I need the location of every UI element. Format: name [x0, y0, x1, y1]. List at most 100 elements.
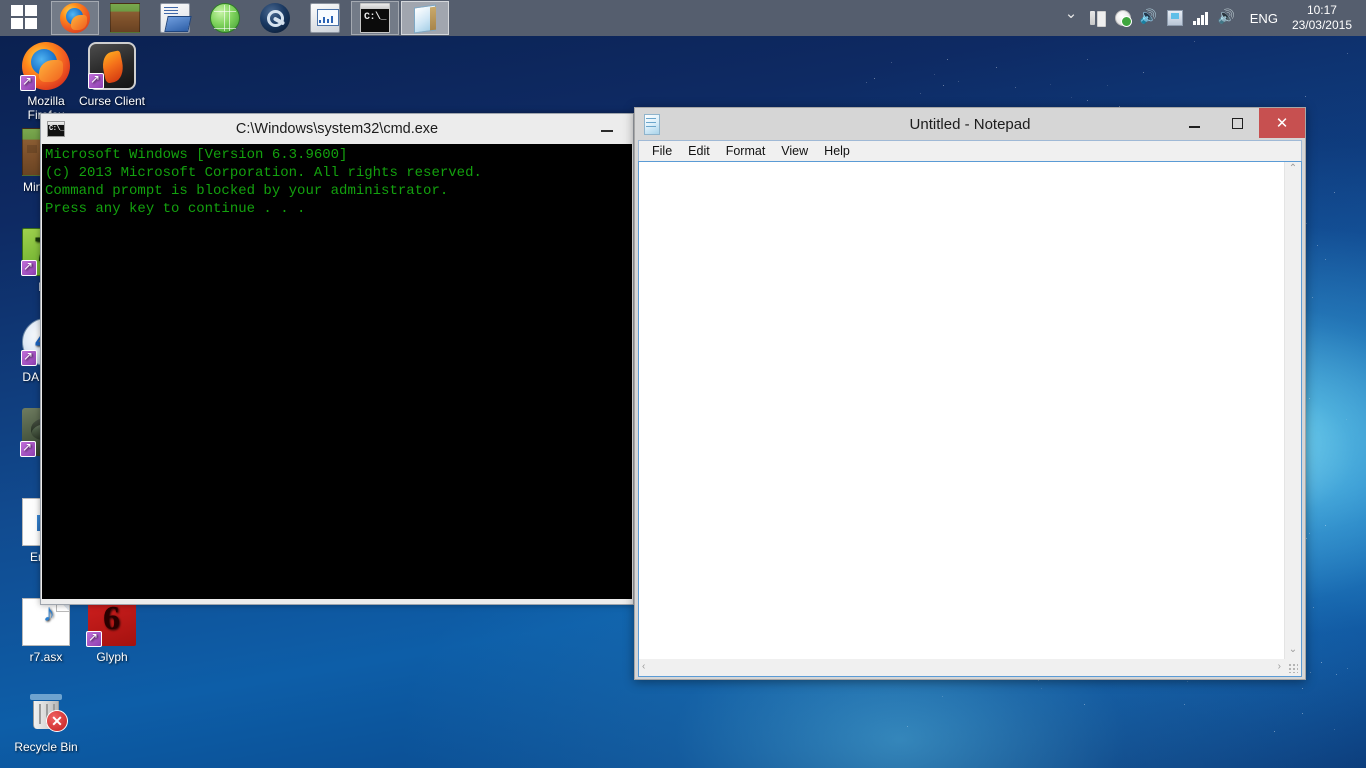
- notepad-titlebar[interactable]: Untitled - Notepad ✕: [635, 108, 1305, 140]
- cmd-console-output[interactable]: Microsoft Windows [Version 6.3.9600] (c)…: [42, 144, 632, 599]
- taskbar[interactable]: ENG 10:17 23/03/2015: [0, 0, 1366, 36]
- notepad-horizontal-scrollbar[interactable]: ‹ ›: [639, 659, 1284, 676]
- wallpaper-star: [1309, 398, 1310, 399]
- tray-item-show-hiddens-chevron-icon[interactable]: [1058, 0, 1084, 36]
- desktop-icon-r7-asx[interactable]: r7.asx: [8, 598, 84, 664]
- taskbar-notepad[interactable]: [401, 1, 449, 35]
- windows-logo-icon: [11, 5, 39, 31]
- desktop-icon-curse-client[interactable]: Curse Client: [74, 42, 150, 108]
- taskbar-steam[interactable]: [251, 1, 299, 35]
- tray-item-network-signal[interactable]: [1188, 0, 1214, 36]
- shortcut-overlay-icon: [21, 350, 37, 366]
- wallpaper-star: [1071, 97, 1072, 98]
- wallpaper-star: [1087, 100, 1088, 101]
- wallpaper-star: [1334, 729, 1335, 730]
- wallpaper-star: [1143, 72, 1144, 73]
- r7-asx-icon: [22, 598, 70, 646]
- notepad-text-row: ⌃ ⌄: [639, 162, 1301, 659]
- tray-item-display[interactable]: [1162, 0, 1188, 36]
- taskbar-network[interactable]: [201, 1, 249, 35]
- shortcut-overlay-icon: [20, 75, 36, 91]
- desktop-icon-glyph[interactable]: Glyph: [74, 598, 150, 664]
- wallpaper-star: [1317, 245, 1318, 246]
- notepad-menu-format[interactable]: Format: [718, 142, 774, 160]
- wallpaper-star: [907, 726, 908, 727]
- shortcut-overlay-icon: [86, 631, 102, 647]
- recycle-bin-icon: ✕: [22, 688, 70, 736]
- scroll-right-icon[interactable]: ›: [1278, 660, 1281, 676]
- wallpaper-star: [866, 82, 867, 83]
- desktop-icon-label: Recycle Bin: [8, 740, 84, 754]
- notepad-maximize-button[interactable]: [1216, 108, 1259, 138]
- wallpaper-star: [1321, 662, 1322, 663]
- notepad-window[interactable]: Untitled - Notepad ✕ File Edit Format View H…: [634, 107, 1306, 680]
- wallpaper-star: [1347, 53, 1348, 54]
- notepad-window-controls: ✕: [1173, 108, 1305, 138]
- wallpaper-star: [943, 85, 944, 86]
- wallpaper-star: [1325, 259, 1326, 260]
- notepad-menu-edit[interactable]: Edit: [680, 142, 718, 160]
- wallpaper-star: [1015, 87, 1016, 88]
- scroll-down-icon[interactable]: ⌄: [1289, 643, 1297, 659]
- wallpaper-star: [1302, 688, 1303, 689]
- taskbar-minecraft[interactable]: [101, 1, 149, 35]
- tray-item-volume-muted[interactable]: [1136, 0, 1162, 36]
- notepad-minimize-button[interactable]: [1173, 108, 1216, 138]
- start-button[interactable]: [1, 1, 49, 35]
- notepad-body: ⌃ ⌄ ‹ ›: [638, 161, 1302, 677]
- notepad-close-button[interactable]: ✕: [1259, 108, 1305, 138]
- tray-item-battery[interactable]: [1084, 0, 1110, 36]
- wallpaper-star: [1038, 680, 1039, 681]
- taskbar-minecraft-icon: [110, 3, 140, 33]
- display-icon: [1167, 10, 1183, 26]
- taskbar-button-group: [50, 1, 450, 35]
- wallpaper-star: [942, 696, 943, 697]
- wallpaper-star: [1310, 672, 1311, 673]
- notepad-resize-grip[interactable]: [1284, 659, 1301, 676]
- wallpaper-star: [1309, 533, 1310, 534]
- notepad-vertical-scrollbar[interactable]: ⌃ ⌄: [1284, 162, 1301, 659]
- shortcut-overlay-icon: [20, 441, 36, 457]
- scroll-up-icon[interactable]: ⌃: [1289, 162, 1297, 178]
- taskbar-notepad-icon: [410, 3, 440, 33]
- cmd-minimize-button[interactable]: [585, 114, 629, 142]
- notepad-text-area[interactable]: [639, 162, 1284, 659]
- system-tray: ENG 10:17 23/03/2015: [1058, 0, 1366, 36]
- notepad-menu-view[interactable]: View: [773, 142, 816, 160]
- cmd-titlebar[interactable]: C:\Windows\system32\cmd.exe: [41, 114, 633, 144]
- desktop-icon-label: r7.asx: [8, 650, 84, 664]
- safely-remove-hardware-icon: [1115, 10, 1131, 26]
- wallpaper-star: [1346, 419, 1347, 420]
- taskbar-firefox[interactable]: [51, 1, 99, 35]
- clock[interactable]: 10:17 23/03/2015: [1288, 3, 1358, 33]
- taskbar-steam-icon: [260, 3, 290, 33]
- taskbar-cmd[interactable]: [351, 1, 399, 35]
- wallpaper-star: [1306, 223, 1307, 224]
- wallpaper-star: [1325, 525, 1326, 526]
- shortcut-overlay-icon: [88, 73, 104, 89]
- taskbar-task-manager[interactable]: [301, 1, 349, 35]
- taskbar-network-icon: [210, 3, 240, 33]
- wallpaper-star: [947, 59, 948, 60]
- battery-icon: [1089, 10, 1105, 26]
- wallpaper-star: [1194, 41, 1195, 42]
- tray-item-volume[interactable]: [1214, 0, 1240, 36]
- taskbar-pc-settings[interactable]: [151, 1, 199, 35]
- wallpaper-star: [996, 67, 997, 68]
- wallpaper-star: [1187, 681, 1188, 682]
- wallpaper-star: [1050, 84, 1051, 85]
- cmd-window[interactable]: C:\Windows\system32\cmd.exe Microsoft Wi…: [40, 113, 634, 605]
- language-indicator[interactable]: ENG: [1240, 11, 1288, 26]
- notepad-menu-file[interactable]: File: [644, 142, 680, 160]
- taskbar-firefox-icon: [60, 3, 90, 33]
- tray-item-safely-remove-hardware[interactable]: [1110, 0, 1136, 36]
- desktop-icon-mozilla-firefox[interactable]: Mozilla Firefox: [8, 42, 84, 122]
- curse-client-icon: [88, 42, 136, 90]
- wallpaper-star: [1347, 668, 1348, 669]
- taskbar-pc-settings-icon: [160, 3, 190, 33]
- scroll-left-icon[interactable]: ‹: [642, 660, 645, 676]
- desktop-icon-recycle-bin[interactable]: ✕ Recycle Bin: [8, 688, 84, 754]
- desktop[interactable]: Mozilla FirefoxCurse ClientMine- v0HoDAE…: [0, 0, 1366, 768]
- wallpaper-star: [1306, 538, 1307, 539]
- notepad-menu-help[interactable]: Help: [816, 142, 858, 160]
